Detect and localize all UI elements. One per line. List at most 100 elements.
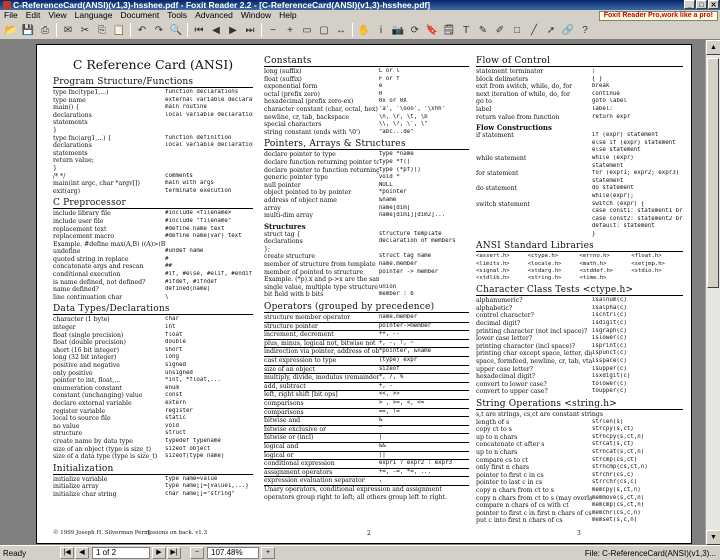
reference-row: exit from switch, while, do, for break <box>476 83 683 91</box>
prev-page-button[interactable]: ◀ <box>75 547 89 559</box>
menu-edit[interactable]: Edit <box>22 10 45 21</box>
typewriter-icon[interactable]: T <box>458 23 474 38</box>
row-description <box>476 223 592 231</box>
help-icon[interactable]: ? <box>577 23 593 38</box>
reference-row: replacement macro #define name(var) text <box>53 233 253 241</box>
reference-row: declare pointer to function returning ty… <box>264 167 469 175</box>
last-page-icon[interactable]: ⏭ <box>242 23 258 38</box>
row-syntax: return expr <box>591 113 631 120</box>
first-page-button[interactable]: |◀ <box>60 547 74 559</box>
redo-icon[interactable]: ↷ <box>151 23 167 38</box>
document-view[interactable]: C Reference Card (ANSI) Program Structur… <box>0 40 705 545</box>
status-bar: Ready |◀ ◀ 1 of 2 ▶ ▶| − 107.48% + File:… <box>0 545 720 560</box>
scroll-up-icon[interactable]: ▲ <box>706 40 720 55</box>
menu-document[interactable]: Document <box>116 10 163 21</box>
rotate-icon[interactable]: ⟳ <box>407 23 423 38</box>
zoom-field[interactable]: 107.48% <box>207 547 259 559</box>
highlight-icon[interactable]: ✎ <box>475 23 491 38</box>
snapshot-icon[interactable]: 📷 <box>390 23 406 38</box>
page-number-field[interactable]: 1 of 2 <box>92 547 150 559</box>
save-icon[interactable]: 💾 <box>20 23 36 38</box>
paste-icon[interactable]: 📋 <box>111 23 127 38</box>
reference-row: constant (unchanging) value const <box>53 392 253 400</box>
row-description: pointer to first c in cs <box>476 471 544 479</box>
row-description: local to source file <box>53 415 111 423</box>
reference-row: control character? iscntrl(c) <box>476 312 683 320</box>
vertical-scrollbar[interactable]: ▲ ▼ <box>705 40 720 545</box>
hand-tool-icon[interactable]: ✋ <box>356 23 372 38</box>
zoom-out-icon[interactable]: − <box>265 23 281 38</box>
prev-page-icon[interactable]: ◀ <box>208 23 224 38</box>
row-syntax: int <box>165 324 176 331</box>
fit-page-icon[interactable]: ▢ <box>316 23 332 38</box>
link-icon[interactable]: 🔗 <box>560 23 576 38</box>
close-button[interactable]: ✕ <box>708 0 719 9</box>
zoom-out-button[interactable]: − <box>190 547 204 559</box>
zoom-in-button[interactable]: + <box>261 547 275 559</box>
find-icon[interactable]: 🔍 <box>168 23 184 38</box>
reference-row: go to goto label <box>476 98 683 106</box>
print-icon[interactable]: ⎙ <box>37 23 53 38</box>
row-description: cast expression to type <box>264 357 337 364</box>
last-page-button[interactable]: ▶| <box>167 547 181 559</box>
row-syntax: sizeof(type name) <box>165 453 225 460</box>
row-description: add, subtract <box>264 382 306 390</box>
row-syntax: pointer -> member <box>378 268 439 275</box>
fit-width-icon[interactable]: ↔ <box>333 23 349 38</box>
reference-row: indirection via pointer, address of obje… <box>264 348 469 357</box>
row-description: indirection via pointer, address of obje… <box>264 348 379 356</box>
reference-row: conditional expression expr1 ? expr2 : ex… <box>264 460 469 469</box>
row-syntax: isxdigit(c) <box>591 373 631 380</box>
bookmark-icon[interactable]: 🔖 <box>424 23 440 38</box>
scroll-thumb[interactable] <box>707 58 719 288</box>
rectangle-icon[interactable]: □ <box>509 23 525 38</box>
actual-size-icon[interactable]: ▭ <box>299 23 315 38</box>
reference-row: initialize variable type name=value <box>53 476 253 484</box>
section-heading: ANSI Standard Libraries <box>476 241 683 253</box>
email-icon[interactable]: ✉ <box>60 23 76 38</box>
row-description: string constant (ends with '\0') <box>264 128 361 136</box>
next-page-icon[interactable]: ▶ <box>225 23 241 38</box>
copy-icon[interactable]: ⎘ <box>94 23 110 38</box>
row-syntax: statement <box>591 177 624 184</box>
menu-tools[interactable]: Tools <box>163 10 191 21</box>
promo-banner[interactable]: Foxit Reader Pro,work like a pro! <box>598 11 718 21</box>
open-icon[interactable]: 📂 <box>3 23 19 38</box>
menu-file[interactable]: File <box>0 10 22 21</box>
undo-icon[interactable]: ↶ <box>134 23 150 38</box>
cut-icon[interactable]: ✂ <box>77 23 93 38</box>
menu-advanced[interactable]: Advanced <box>191 10 237 21</box>
minimize-button[interactable]: _ <box>684 0 695 9</box>
zoom-in-icon[interactable]: + <box>282 23 298 38</box>
menu-view[interactable]: View <box>44 10 70 21</box>
reference-row: declare pointer to type type *name <box>264 151 469 159</box>
next-page-button[interactable]: ▶ <box>152 547 166 559</box>
row-syntax: memchr(cs,c,n) <box>591 509 641 516</box>
menu-window[interactable]: Window <box>237 10 275 21</box>
row-description: switch statement <box>476 200 530 208</box>
menu-language[interactable]: Language <box>71 10 117 21</box>
reference-row: initialize char string char name[]="strin… <box>53 491 253 499</box>
row-syntax: declaration of members <box>378 238 456 245</box>
toolbar: 📂 💾 ⎙ ✉ ✂ ⎘ 📋 ↶ ↷ 🔍 ⏮ ◀ ▶ ⏭ − + ▭ ▢ ↔ ✋ … <box>0 21 720 40</box>
menu-help[interactable]: Help <box>275 10 300 21</box>
first-page-icon[interactable]: ⏮ <box>191 23 207 38</box>
select-text-icon[interactable]: Ꭵ <box>373 23 389 38</box>
maximize-button[interactable]: □ <box>696 0 707 9</box>
reference-row: printing char except space, letter, digi… <box>476 350 683 358</box>
row-syntax: extern <box>165 399 186 406</box>
row-description: statements <box>53 119 88 127</box>
row-syntax: union <box>378 283 397 290</box>
row-syntax: unsigned <box>165 369 193 376</box>
row-syntax: strcat(s,ct) <box>591 441 634 448</box>
arrow-icon[interactable]: ➚ <box>543 23 559 38</box>
line-icon[interactable]: ╱ <box>526 23 542 38</box>
note-icon[interactable]: 🗒 <box>441 23 457 38</box>
row-description: do statement <box>476 185 518 193</box>
scroll-down-icon[interactable]: ▼ <box>706 530 720 545</box>
row-description <box>476 193 592 201</box>
row-syntax: struct tag name <box>378 253 432 260</box>
string-note: s,t are strings, cs,ct are constant stri… <box>476 411 604 418</box>
pencil-icon[interactable]: ✐ <box>492 23 508 38</box>
row-syntax: ^ <box>378 425 383 432</box>
